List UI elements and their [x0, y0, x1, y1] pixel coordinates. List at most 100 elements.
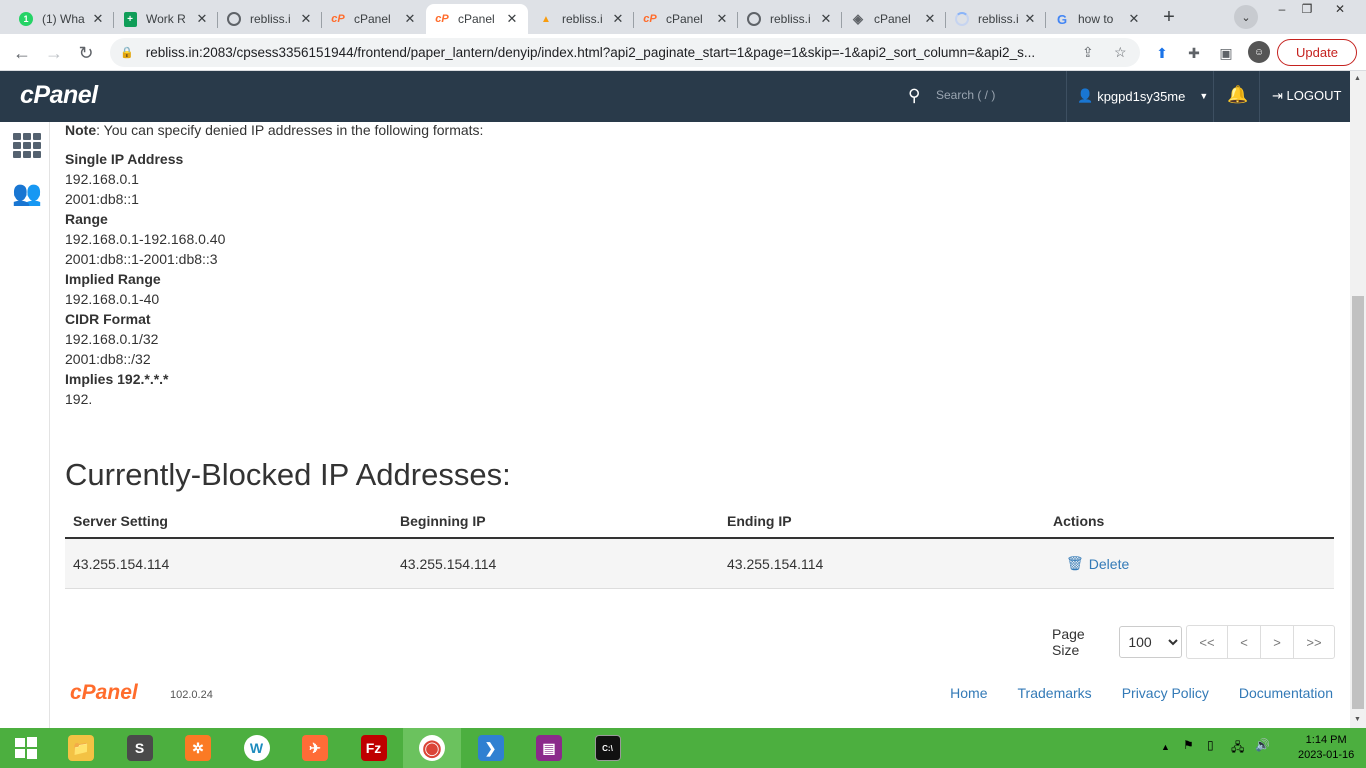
- scroll-down-arrow-icon[interactable]: ▼: [1354, 716, 1361, 723]
- first-page-button[interactable]: <<: [1187, 626, 1228, 658]
- logout-button[interactable]: ⇥ LOGOUT: [1272, 88, 1341, 104]
- tray-flag-icon[interactable]: ⚑: [1183, 738, 1194, 752]
- extensions-puzzle-icon[interactable]: ✚: [1184, 43, 1204, 63]
- system-clock[interactable]: 1:14 PM 2023-01-16: [1298, 733, 1354, 763]
- close-window-button[interactable]: ✕: [1320, 0, 1360, 18]
- google-icon: G: [1056, 11, 1068, 27]
- taskbar-winrar[interactable]: ▤: [520, 728, 578, 768]
- tray-expand-icon[interactable]: ▲: [1161, 742, 1170, 752]
- address-bar[interactable]: 🔒 rebliss.in:2083/cpsess3356151944/front…: [110, 38, 1140, 67]
- close-tab-icon[interactable]: ✕: [818, 11, 834, 27]
- extension-icon[interactable]: ⬆: [1152, 43, 1172, 63]
- note-label: Note: [65, 122, 97, 138]
- format-example: 2001:db8::1: [65, 191, 139, 207]
- forward-button[interactable]: →: [41, 40, 67, 66]
- close-tab-icon[interactable]: ✕: [504, 11, 520, 27]
- close-tab-icon[interactable]: ✕: [1126, 11, 1142, 27]
- delete-button[interactable]: 🗑 Delete: [1066, 555, 1129, 572]
- table-row: 43.255.154.114 43.255.154.114 43.255.154…: [65, 539, 1334, 589]
- scrollbar-thumb[interactable]: [1352, 296, 1364, 709]
- footer-link-privacy[interactable]: Privacy Policy: [1122, 685, 1209, 701]
- footer-cpanel-logo[interactable]: cPanel: [70, 681, 138, 705]
- close-tab-icon[interactable]: ✕: [1022, 11, 1038, 27]
- format-example: 192.168.0.1-40: [65, 291, 160, 307]
- taskbar-filezilla[interactable]: Fz: [345, 728, 403, 768]
- header-beginning-ip[interactable]: Beginning IP: [400, 513, 486, 529]
- tray-device-icon[interactable]: ▯: [1207, 738, 1214, 752]
- next-page-button[interactable]: >: [1261, 626, 1294, 658]
- new-tab-button[interactable]: +: [1155, 5, 1183, 29]
- close-tab-icon[interactable]: ✕: [194, 11, 210, 27]
- footer-link-trademarks[interactable]: Trademarks: [1018, 685, 1092, 701]
- last-page-button[interactable]: >>: [1294, 626, 1334, 658]
- tab-title: cPanel: [874, 12, 911, 26]
- browser-tab[interactable]: + Work R ✕: [114, 4, 218, 34]
- search-input[interactable]: Search ( / ): [936, 88, 995, 102]
- browser-tab[interactable]: Ghow to ✕: [1046, 4, 1150, 34]
- restore-button[interactable]: ❐: [1295, 0, 1319, 18]
- sheets-icon: +: [122, 11, 138, 27]
- browser-tab[interactable]: cP cPanel ✕: [634, 4, 738, 34]
- header-divider: [1213, 71, 1214, 122]
- header-ending-ip[interactable]: Ending IP: [727, 513, 792, 529]
- globe-icon: [746, 11, 762, 27]
- browser-tab[interactable]: rebliss.i ✕: [738, 4, 842, 34]
- browser-tab[interactable]: rebliss.i ✕: [218, 4, 322, 34]
- start-button[interactable]: [0, 728, 52, 768]
- vertical-scrollbar[interactable]: ▲ ▼: [1350, 71, 1366, 728]
- taskbar-terminal[interactable]: C:\: [579, 728, 637, 768]
- back-button[interactable]: ←: [9, 40, 35, 66]
- share-icon[interactable]: ⇪: [1082, 44, 1094, 61]
- browser-tab[interactable]: ▲ rebliss.i ✕: [530, 4, 634, 34]
- bookmark-star-icon[interactable]: ☆: [1114, 44, 1127, 61]
- prev-page-button[interactable]: <: [1228, 626, 1261, 658]
- taskbar-chrome[interactable]: ◉: [403, 728, 461, 768]
- clock-time: 1:14 PM: [1305, 734, 1347, 746]
- browser-tab[interactable]: cP cPanel ✕: [322, 4, 426, 34]
- footer-link-documentation[interactable]: Documentation: [1239, 685, 1333, 701]
- globe-icon: [226, 11, 242, 27]
- user-menu[interactable]: 👤 kpgpd1sy35me ▼: [1077, 88, 1208, 104]
- browser-tab[interactable]: cP cPanel ✕: [426, 4, 528, 34]
- browser-tab[interactable]: rebliss.i ✕: [946, 4, 1046, 34]
- reload-button[interactable]: ↻: [73, 40, 99, 66]
- format-example: 192.: [65, 391, 93, 407]
- network-icon[interactable]: 🖧: [1231, 738, 1244, 759]
- taskbar-file-explorer[interactable]: 📁: [52, 728, 110, 768]
- browser-toolbar: ← → ↻ 🔒 rebliss.in:2083/cpsess3356151944…: [0, 34, 1366, 71]
- taskbar-postman[interactable]: ✈: [286, 728, 344, 768]
- taskbar-xampp[interactable]: ✲: [169, 728, 227, 768]
- tab-title: cPanel: [458, 12, 495, 26]
- update-button[interactable]: Update: [1277, 39, 1357, 66]
- taskbar-vscode[interactable]: ❯: [462, 728, 520, 768]
- close-tab-icon[interactable]: ✕: [402, 11, 418, 27]
- taskbar-wordpress[interactable]: W: [228, 728, 286, 768]
- scroll-up-arrow-icon[interactable]: ▲: [1354, 75, 1361, 82]
- volume-icon[interactable]: 🔊: [1255, 738, 1270, 752]
- caret-down-icon: ▼: [1199, 91, 1209, 101]
- header-divider: [1259, 71, 1260, 122]
- blocked-ips-title: Currently-Blocked IP Addresses:: [65, 457, 511, 492]
- users-icon[interactable]: 👥: [10, 178, 44, 208]
- close-tab-icon[interactable]: ✕: [610, 11, 626, 27]
- minimize-button[interactable]: –: [1270, 0, 1294, 18]
- browser-tab[interactable]: 1 (1) Wha ✕: [10, 4, 114, 34]
- tab-title: rebliss.i: [978, 12, 1019, 26]
- side-panel-icon[interactable]: ▣: [1216, 43, 1236, 63]
- tab-search-button[interactable]: ⌄: [1234, 5, 1258, 29]
- page-size-select[interactable]: 100: [1119, 626, 1182, 658]
- tab-title: rebliss.i: [562, 12, 603, 26]
- footer-link-home[interactable]: Home: [950, 685, 987, 701]
- browser-tab[interactable]: ◈ cPanel ✕: [842, 4, 946, 34]
- header-server-setting[interactable]: Server Setting: [73, 513, 168, 529]
- header-divider: [1066, 71, 1067, 122]
- cpanel-logo[interactable]: cPanel: [20, 81, 98, 110]
- notifications-bell-icon[interactable]: 🔔: [1227, 85, 1248, 105]
- home-grid-icon[interactable]: [10, 130, 44, 160]
- close-tab-icon[interactable]: ✕: [922, 11, 938, 27]
- profile-avatar[interactable]: ☺: [1248, 41, 1270, 63]
- close-tab-icon[interactable]: ✕: [298, 11, 314, 27]
- close-tab-icon[interactable]: ✕: [90, 11, 106, 27]
- taskbar-sublime-text[interactable]: S: [111, 728, 169, 768]
- close-tab-icon[interactable]: ✕: [714, 11, 730, 27]
